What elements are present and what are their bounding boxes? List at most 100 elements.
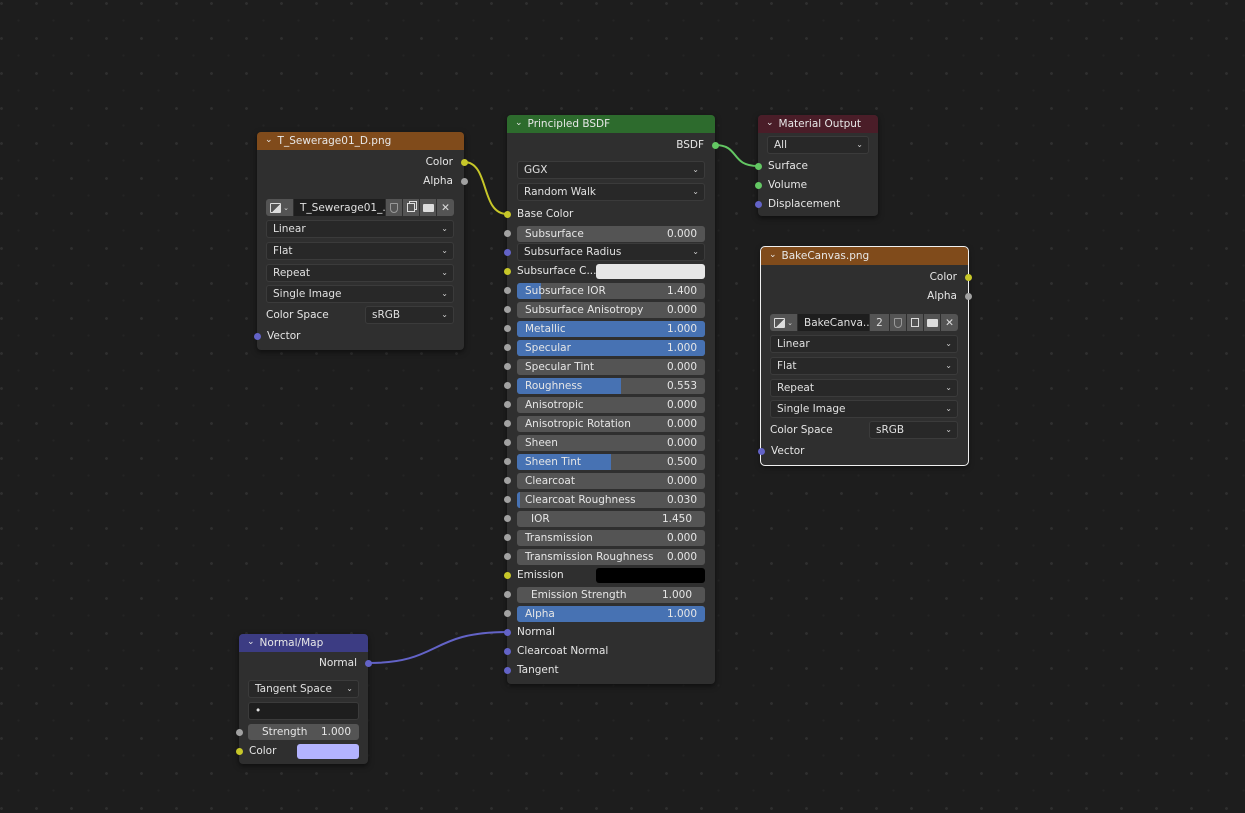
node-header[interactable]: ⌄ BakeCanvas.png <box>761 247 968 265</box>
color-input-socket[interactable] <box>235 748 243 755</box>
image-name-field[interactable]: T_Sewerage01_... <box>294 199 386 216</box>
projection-dropdown[interactable]: Flat ⌄ <box>770 357 958 375</box>
value-slider[interactable]: Anisotropic 0.000 <box>517 397 705 413</box>
vector-input-socket[interactable] <box>253 333 261 340</box>
alpha-output-socket[interactable] <box>460 178 468 185</box>
value-slider[interactable]: Emission Strength 1.000 <box>517 587 705 603</box>
duplicate-image-icon[interactable] <box>907 314 924 331</box>
uv-map-field[interactable]: • <box>248 702 359 720</box>
collapse-chevron-icon[interactable]: ⌄ <box>247 637 255 647</box>
image-texture-node-bakecanvas[interactable]: ⌄ BakeCanvas.png Color Alpha ⌄ BakeCanva… <box>757 246 972 466</box>
subsurface-radius-dropdown[interactable]: Subsurface Radius ⌄ <box>517 243 705 261</box>
alpha-output-socket[interactable] <box>964 293 972 300</box>
node-header[interactable]: ⌄ Normal/Map <box>239 634 368 652</box>
value-slider[interactable]: Roughness 0.553 <box>517 378 705 394</box>
collapse-chevron-icon[interactable]: ⌄ <box>265 135 273 145</box>
material-output-node[interactable]: ⌄ Material Output All ⌄ Surface Volume Di… <box>754 115 878 216</box>
input-socket[interactable] <box>503 249 511 256</box>
displacement-input-socket[interactable] <box>754 201 762 208</box>
node-header[interactable]: ⌄ T_Sewerage01_D.png <box>257 132 464 150</box>
node-header[interactable]: ⌄ Material Output <box>758 115 878 133</box>
input-socket[interactable] <box>503 496 511 503</box>
color-swatch[interactable] <box>596 264 705 279</box>
color-swatch[interactable] <box>596 568 705 583</box>
input-socket[interactable] <box>503 325 511 332</box>
value-slider[interactable]: Subsurface 0.000 <box>517 226 705 242</box>
user-count-button[interactable]: 2 <box>870 314 890 331</box>
normal-input-socket[interactable] <box>503 629 511 636</box>
value-slider[interactable]: Specular 1.000 <box>517 340 705 356</box>
close-icon[interactable]: ✕ <box>437 199 454 216</box>
normal-output-socket[interactable] <box>364 660 372 667</box>
subsurface-method-dropdown[interactable]: Random Walk ⌄ <box>517 183 705 201</box>
fake-user-shield-icon[interactable] <box>386 199 403 216</box>
color-swatch[interactable] <box>297 744 359 759</box>
interpolation-dropdown[interactable]: Linear ⌄ <box>770 335 958 353</box>
input-socket[interactable] <box>503 382 511 389</box>
input-socket[interactable] <box>503 515 511 522</box>
bsdf-output-socket[interactable] <box>711 142 719 149</box>
fake-user-shield-icon[interactable] <box>890 314 907 331</box>
value-slider[interactable]: Sheen 0.000 <box>517 435 705 451</box>
vector-input-socket[interactable] <box>757 448 765 455</box>
input-socket[interactable] <box>503 591 511 598</box>
base-color-input-socket[interactable] <box>503 211 511 218</box>
value-slider[interactable]: Alpha 1.000 <box>517 606 705 622</box>
open-folder-icon[interactable] <box>924 314 941 331</box>
color-output-socket[interactable] <box>460 159 468 166</box>
clearcoat-normal-input-socket[interactable] <box>503 648 511 655</box>
input-socket[interactable] <box>503 458 511 465</box>
extension-dropdown[interactable]: Repeat ⌄ <box>770 379 958 397</box>
collapse-chevron-icon[interactable]: ⌄ <box>769 250 777 260</box>
close-icon[interactable]: ✕ <box>941 314 958 331</box>
tangent-input-socket[interactable] <box>503 667 511 674</box>
value-slider[interactable]: Anisotropic Rotation 0.000 <box>517 416 705 432</box>
normal-map-node[interactable]: ⌄ Normal/Map Normal Tangent Space ⌄ • Str… <box>235 634 372 764</box>
image-texture-node-sewerage[interactable]: ⌄ T_Sewerage01_D.png Color Alpha ⌄ T_Sew… <box>253 132 468 350</box>
input-socket[interactable] <box>503 477 511 484</box>
strength-input-socket[interactable] <box>235 729 243 736</box>
surface-input-socket[interactable] <box>754 163 762 170</box>
extension-dropdown[interactable]: Repeat ⌄ <box>266 264 454 282</box>
value-slider[interactable]: Transmission Roughness 0.000 <box>517 549 705 565</box>
collapse-chevron-icon[interactable]: ⌄ <box>766 118 774 128</box>
input-socket[interactable] <box>503 363 511 370</box>
value-slider[interactable]: Transmission 0.000 <box>517 530 705 546</box>
interpolation-dropdown[interactable]: Linear ⌄ <box>266 220 454 238</box>
input-socket[interactable] <box>503 420 511 427</box>
duplicate-image-icon[interactable] <box>403 199 420 216</box>
image-browse-button[interactable]: ⌄ <box>266 199 294 216</box>
value-slider[interactable]: Clearcoat Roughness 0.030 <box>517 492 705 508</box>
source-dropdown[interactable]: Single Image ⌄ <box>770 400 958 418</box>
value-slider[interactable]: IOR 1.450 <box>517 511 705 527</box>
color-space-dropdown[interactable]: sRGB ⌄ <box>869 421 958 439</box>
value-slider[interactable]: Subsurface IOR 1.400 <box>517 283 705 299</box>
color-output-socket[interactable] <box>964 274 972 281</box>
open-folder-icon[interactable] <box>420 199 437 216</box>
input-socket[interactable] <box>503 306 511 313</box>
input-socket[interactable] <box>503 268 511 275</box>
principled-bsdf-node[interactable]: ⌄ Principled BSDF BSDF GGX ⌄ Random Walk ⌄… <box>503 115 719 684</box>
input-socket[interactable] <box>503 401 511 408</box>
source-dropdown[interactable]: Single Image ⌄ <box>266 285 454 303</box>
value-slider[interactable]: Subsurface Anisotropy 0.000 <box>517 302 705 318</box>
node-header[interactable]: ⌄ Principled BSDF <box>507 115 715 133</box>
value-slider[interactable]: Specular Tint 0.000 <box>517 359 705 375</box>
input-socket[interactable] <box>503 534 511 541</box>
input-socket[interactable] <box>503 287 511 294</box>
value-slider[interactable]: Metallic 1.000 <box>517 321 705 337</box>
input-socket[interactable] <box>503 344 511 351</box>
value-slider[interactable]: Clearcoat 0.000 <box>517 473 705 489</box>
target-dropdown[interactable]: All ⌄ <box>767 136 869 154</box>
projection-dropdown[interactable]: Flat ⌄ <box>266 242 454 260</box>
input-socket[interactable] <box>503 439 511 446</box>
input-socket[interactable] <box>503 230 511 237</box>
input-socket[interactable] <box>503 553 511 560</box>
input-socket[interactable] <box>503 610 511 617</box>
value-slider[interactable]: Sheen Tint 0.500 <box>517 454 705 470</box>
space-dropdown[interactable]: Tangent Space ⌄ <box>248 680 359 698</box>
volume-input-socket[interactable] <box>754 182 762 189</box>
image-browse-button[interactable]: ⌄ <box>770 314 798 331</box>
image-name-field[interactable]: BakeCanva... <box>798 314 870 331</box>
strength-slider[interactable]: Strength 1.000 <box>248 724 359 740</box>
